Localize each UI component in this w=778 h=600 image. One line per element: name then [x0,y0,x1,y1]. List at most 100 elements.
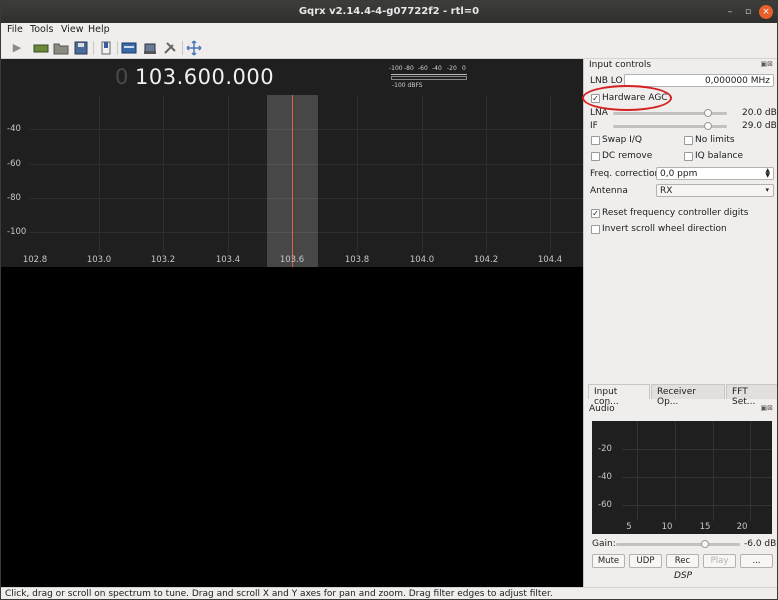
spin-arrows-icon[interactable]: ▲ ▼ [765,168,770,179]
antenna-label: Antenna [590,186,628,196]
meter-tick: -40 [432,65,442,72]
x-axis-label[interactable]: 103.8 [337,255,377,265]
screen-icon[interactable] [121,40,137,56]
gqrx-window: Gqrx v2.14.4-4-g07722f2 - rtl=0 – ▫ × Fi… [0,0,778,600]
plot-area[interactable]: -40 -60 -80 -100 102.8 103.0 103.2 103.4… [1,95,583,267]
iq-balance-checkbox[interactable] [684,152,693,161]
audio-title: Audio [589,404,615,414]
menu-tools[interactable]: Tools [30,24,53,35]
close-icon[interactable]: × [759,5,773,19]
x-axis-label[interactable]: 104.0 [402,255,442,265]
if-slider-handle[interactable] [703,122,712,130]
dc-remove-checkbox[interactable] [591,152,600,161]
audio-x-label: 5 [626,522,632,532]
x-axis-label[interactable]: 102.8 [15,255,55,265]
x-axis-label[interactable]: 103.6 [272,255,312,265]
no-limits-label[interactable]: No limits [695,135,735,145]
tab-input-controls[interactable]: Input con... [588,384,650,407]
window-title: Gqrx v2.14.4-4-g07722f2 - rtl=0 [298,6,480,17]
grid-line [163,95,164,253]
title-bar: Gqrx v2.14.4-4-g07722f2 - rtl=0 – ▫ × [1,1,777,23]
audio-options-button[interactable]: ... [740,554,773,568]
audio-dock-float-close-icon[interactable]: ▣⊠ [761,404,773,412]
remote-control-icon[interactable] [142,40,158,56]
swap-iq-label[interactable]: Swap I/Q [602,135,642,145]
dc-remove-label[interactable]: DC remove [602,151,652,161]
freq-correction-spinbox[interactable]: 0,0 ppm ▲ ▼ [656,167,774,180]
mute-button[interactable]: Mute [592,554,625,568]
toolbar-separator [117,41,118,55]
x-axis-label[interactable]: 103.2 [143,255,183,265]
grid-line [228,95,229,253]
grid-line [422,95,423,253]
invert-scroll-label[interactable]: Invert scroll wheel direction [602,224,727,234]
audio-spectrum[interactable]: -20 -40 -60 5 10 15 20 [592,421,772,534]
x-axis-label[interactable]: 103.4 [208,255,248,265]
audio-y-label: -60 [598,500,612,510]
menu-view[interactable]: View [61,24,84,35]
iq-balance-label[interactable]: IQ balance [695,151,743,161]
tab-receiver-options[interactable]: Receiver Op... [651,384,725,407]
spectrum-plotter[interactable]: 0 103.600.000 -100 -80 -60 -40 -20 0 -10… [1,59,583,267]
minimize-icon[interactable]: – [723,5,737,19]
x-axis-label[interactable]: 104.4 [530,255,570,265]
tab-fft-settings[interactable]: FFT Set... [726,384,777,407]
invert-scroll-checkbox[interactable] [591,225,600,234]
audio-y-label: -40 [598,472,612,482]
device-icon[interactable] [33,40,49,56]
input-controls-title: Input controls [589,60,652,70]
freq-leading-zero[interactable]: 0 [115,65,128,89]
gain-slider[interactable] [616,543,740,546]
reset-freq-digits-label[interactable]: Reset frequency controller digits [602,208,748,218]
grid-line [750,421,751,521]
status-bar: Click, drag or scroll on spectrum to tun… [1,587,777,599]
x-axis-label[interactable]: 103.0 [79,255,119,265]
grid-line [637,421,638,521]
lnb-lo-field[interactable]: 0,000000 MHz [624,74,774,87]
settings-tools-icon[interactable] [162,40,178,56]
udp-button[interactable]: UDP [629,554,662,568]
rec-button[interactable]: Rec [666,554,699,568]
play-button[interactable]: Play [703,554,736,568]
menu-bar: File Tools View Help [1,23,777,37]
reset-freq-digits-checkbox[interactable]: ✓ [591,209,600,218]
x-axis-label[interactable]: 104.2 [466,255,506,265]
meter-scale-line [391,74,467,75]
menu-help[interactable]: Help [88,24,110,35]
gain-slider-handle[interactable] [701,540,710,548]
right-dock: Input controls ▣⊠ LNB LO 0,000000 MHz ✓ … [583,59,777,587]
toolbar: ▶ [1,37,777,59]
center-frequency-line[interactable] [292,95,293,267]
fullscreen-arrows-icon[interactable] [186,40,202,56]
frequency-controller[interactable]: 0 103.600.000 -100 -80 -60 -40 -20 0 -10… [1,59,583,95]
toolbar-separator [182,41,183,55]
status-text: Click, drag or scroll on spectrum to tun… [5,589,553,599]
meter-bar [391,76,467,80]
grid-line [713,421,714,521]
no-limits-checkbox[interactable] [684,136,693,145]
y-axis-label[interactable]: -100 [7,227,26,237]
y-axis-label[interactable]: -80 [7,193,21,203]
swap-iq-checkbox[interactable] [591,136,600,145]
dock-float-close-icon[interactable]: ▣⊠ [761,60,773,68]
maximize-icon[interactable]: ▫ [741,5,755,19]
lna-slider-handle[interactable] [703,109,712,117]
bookmark-icon[interactable] [98,40,114,56]
meter-tick: 0 [462,65,466,72]
chevron-down-icon: ▾ [765,186,769,194]
waterfall-display[interactable] [1,267,583,587]
y-axis-label[interactable]: -40 [7,124,21,134]
audio-x-label: 15 [699,522,711,532]
spectrum-display[interactable]: 0 103.600.000 -100 -80 -60 -40 -20 0 -10… [1,59,583,587]
antenna-select[interactable]: RX ▾ [656,184,774,197]
freq-value[interactable]: 103.600.000 [135,65,274,89]
save-icon[interactable] [73,40,89,56]
menu-file[interactable]: File [7,24,23,35]
toolbar-separator [93,41,94,55]
freq-correction-value: 0,0 ppm [660,169,698,179]
y-axis-label[interactable]: -60 [7,159,21,169]
open-folder-icon[interactable] [53,40,69,56]
grid-line [99,95,100,253]
audio-y-label: -20 [598,444,612,454]
play-icon[interactable]: ▶ [9,40,25,56]
